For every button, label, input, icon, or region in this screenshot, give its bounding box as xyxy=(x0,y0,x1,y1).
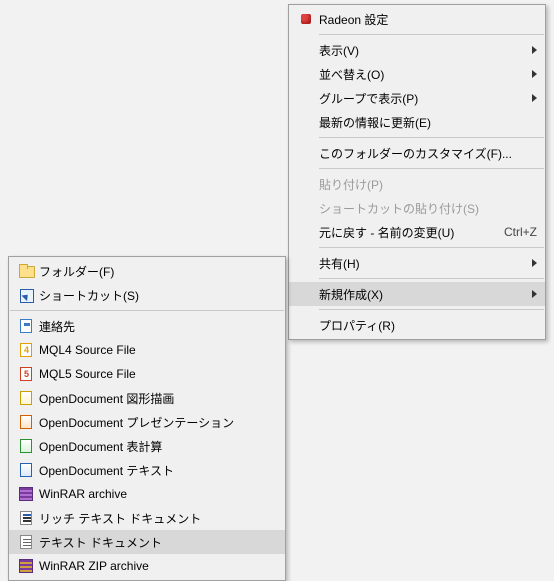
menu-item-paste: 貼り付け(P) xyxy=(289,172,545,196)
submenu-label: MQL4 Source File xyxy=(39,343,277,357)
submenu-arrow-icon xyxy=(532,259,537,267)
submenu-label: テキスト ドキュメント xyxy=(39,534,277,551)
winrar-zip-icon xyxy=(19,559,33,573)
submenu-label: OpenDocument テキスト xyxy=(39,462,277,479)
menu-label: 元に戻す - 名前の変更(U) xyxy=(319,224,496,241)
submenu-item-contact[interactable]: 連絡先 xyxy=(9,314,285,338)
menu-label: 貼り付け(P) xyxy=(319,176,537,193)
submenu-item-shortcut[interactable]: ショートカット(S) xyxy=(9,283,285,307)
submenu-item-od-calc[interactable]: OpenDocument 表計算 xyxy=(9,434,285,458)
submenu-label: OpenDocument 表計算 xyxy=(39,438,277,455)
winrar-icon xyxy=(19,487,33,501)
submenu-item-winrar[interactable]: WinRAR archive xyxy=(9,482,285,506)
submenu-item-od-pres[interactable]: OpenDocument プレゼンテーション xyxy=(9,410,285,434)
menu-item-radeon[interactable]: Radeon 設定 xyxy=(289,7,545,31)
opendocument-draw-icon xyxy=(20,391,32,405)
shortcut-label: Ctrl+Z xyxy=(504,225,537,239)
submenu-item-winrar-zip[interactable]: WinRAR ZIP archive xyxy=(9,554,285,578)
separator xyxy=(319,168,544,169)
submenu-item-folder[interactable]: フォルダー(F) xyxy=(9,259,285,283)
submenu-label: ショートカット(S) xyxy=(39,287,277,304)
submenu-arrow-icon xyxy=(532,290,537,298)
separator xyxy=(10,310,284,311)
submenu-item-txt[interactable]: テキスト ドキュメント xyxy=(9,530,285,554)
menu-item-properties[interactable]: プロパティ(R) xyxy=(289,313,545,337)
submenu-label: WinRAR ZIP archive xyxy=(39,559,277,573)
menu-item-group[interactable]: グループで表示(P) xyxy=(289,86,545,110)
submenu-item-od-draw[interactable]: OpenDocument 図形描画 xyxy=(9,386,285,410)
separator xyxy=(319,34,544,35)
separator xyxy=(319,247,544,248)
separator xyxy=(319,137,544,138)
opendocument-text-icon xyxy=(20,463,32,477)
submenu-label: MQL5 Source File xyxy=(39,367,277,381)
menu-item-new[interactable]: 新規作成(X) xyxy=(289,282,545,306)
menu-item-share[interactable]: 共有(H) xyxy=(289,251,545,275)
contact-icon xyxy=(20,319,32,333)
submenu-item-rtf[interactable]: リッチ テキスト ドキュメント xyxy=(9,506,285,530)
mql5-icon xyxy=(20,367,32,381)
menu-item-sort[interactable]: 並べ替え(O) xyxy=(289,62,545,86)
mql4-icon xyxy=(20,343,32,357)
submenu-label: リッチ テキスト ドキュメント xyxy=(39,510,277,527)
submenu-item-mql4[interactable]: MQL4 Source File xyxy=(9,338,285,362)
menu-item-customize[interactable]: このフォルダーのカスタマイズ(F)... xyxy=(289,141,545,165)
menu-item-undo[interactable]: 元に戻す - 名前の変更(U) Ctrl+Z xyxy=(289,220,545,244)
menu-label: 新規作成(X) xyxy=(319,286,526,303)
submenu-label: 連絡先 xyxy=(39,318,277,335)
context-menu-new: フォルダー(F) ショートカット(S) 連絡先 MQL4 Source File… xyxy=(8,256,286,581)
context-menu-main: Radeon 設定 表示(V) 並べ替え(O) グループで表示(P) 最新の情報… xyxy=(288,4,546,340)
txt-icon xyxy=(20,535,32,549)
menu-label: グループで表示(P) xyxy=(319,90,526,107)
submenu-label: フォルダー(F) xyxy=(39,263,277,280)
menu-label: 並べ替え(O) xyxy=(319,66,526,83)
submenu-item-mql5[interactable]: MQL5 Source File xyxy=(9,362,285,386)
menu-label: 共有(H) xyxy=(319,255,526,272)
separator xyxy=(319,278,544,279)
menu-label: ショートカットの貼り付け(S) xyxy=(319,200,537,217)
submenu-arrow-icon xyxy=(532,46,537,54)
submenu-label: OpenDocument プレゼンテーション xyxy=(39,414,277,431)
menu-label: プロパティ(R) xyxy=(319,317,537,334)
radeon-icon xyxy=(298,11,314,27)
menu-item-paste-shortcut: ショートカットの貼り付け(S) xyxy=(289,196,545,220)
menu-item-refresh[interactable]: 最新の情報に更新(E) xyxy=(289,110,545,134)
submenu-arrow-icon xyxy=(532,94,537,102)
shortcut-icon xyxy=(18,287,34,303)
menu-item-view[interactable]: 表示(V) xyxy=(289,38,545,62)
menu-label: 最新の情報に更新(E) xyxy=(319,114,537,131)
folder-icon xyxy=(18,263,34,279)
submenu-label: WinRAR archive xyxy=(39,487,277,501)
menu-label: このフォルダーのカスタマイズ(F)... xyxy=(319,145,537,162)
submenu-label: OpenDocument 図形描画 xyxy=(39,390,277,407)
rtf-icon xyxy=(20,511,32,525)
menu-label: Radeon 設定 xyxy=(319,11,537,28)
opendocument-presentation-icon xyxy=(20,415,32,429)
opendocument-spreadsheet-icon xyxy=(20,439,32,453)
submenu-arrow-icon xyxy=(532,70,537,78)
menu-label: 表示(V) xyxy=(319,42,526,59)
separator xyxy=(319,309,544,310)
submenu-item-od-text[interactable]: OpenDocument テキスト xyxy=(9,458,285,482)
